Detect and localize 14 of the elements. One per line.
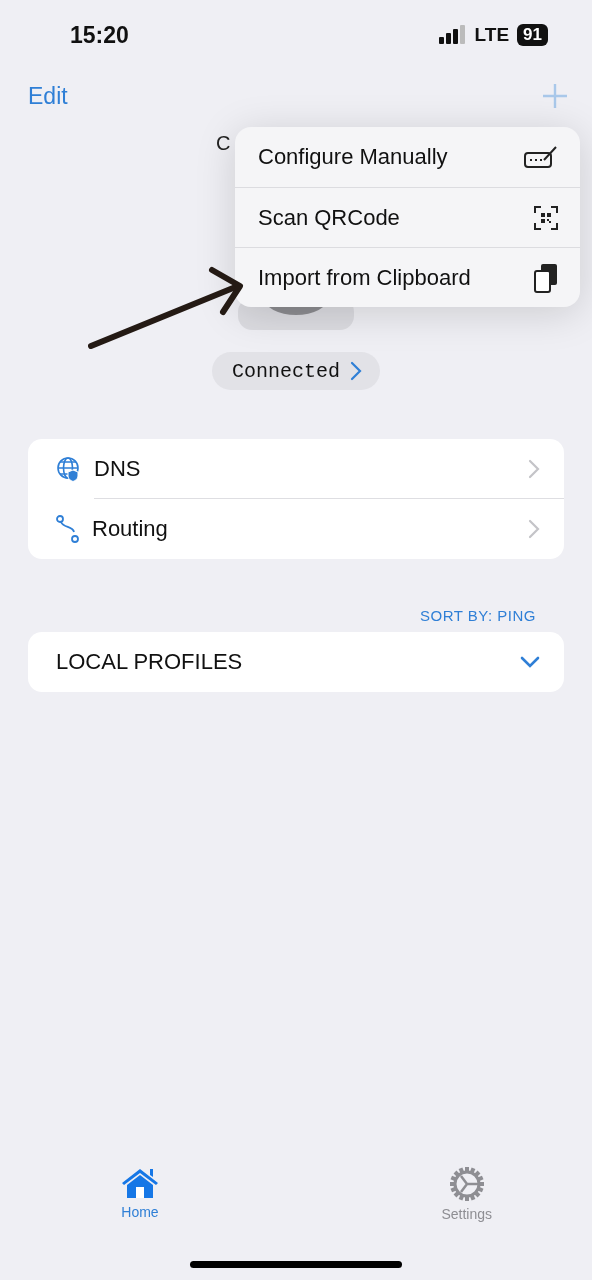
menu-item[interactable]: Configure Manually	[235, 127, 580, 187]
header-title: C	[216, 132, 231, 155]
settings-row[interactable]: Routing	[28, 499, 564, 559]
connection-status-button[interactable]: Connected	[212, 352, 380, 390]
tab-item[interactable]: Home	[120, 1166, 160, 1220]
battery-level: 91	[517, 24, 548, 46]
menu-item[interactable]: Import from Clipboard	[235, 247, 580, 307]
status-time: 15:20	[70, 21, 129, 49]
network-label: LTE	[474, 24, 510, 46]
settings-row[interactable]: DNS	[28, 439, 564, 499]
sort-button[interactable]: SORT BY: PING	[420, 607, 536, 624]
menu-item[interactable]: Scan QRCode	[235, 187, 580, 247]
profiles-section-header[interactable]: LOCAL PROFILES	[28, 632, 564, 692]
edit-button[interactable]: Edit	[28, 82, 68, 110]
